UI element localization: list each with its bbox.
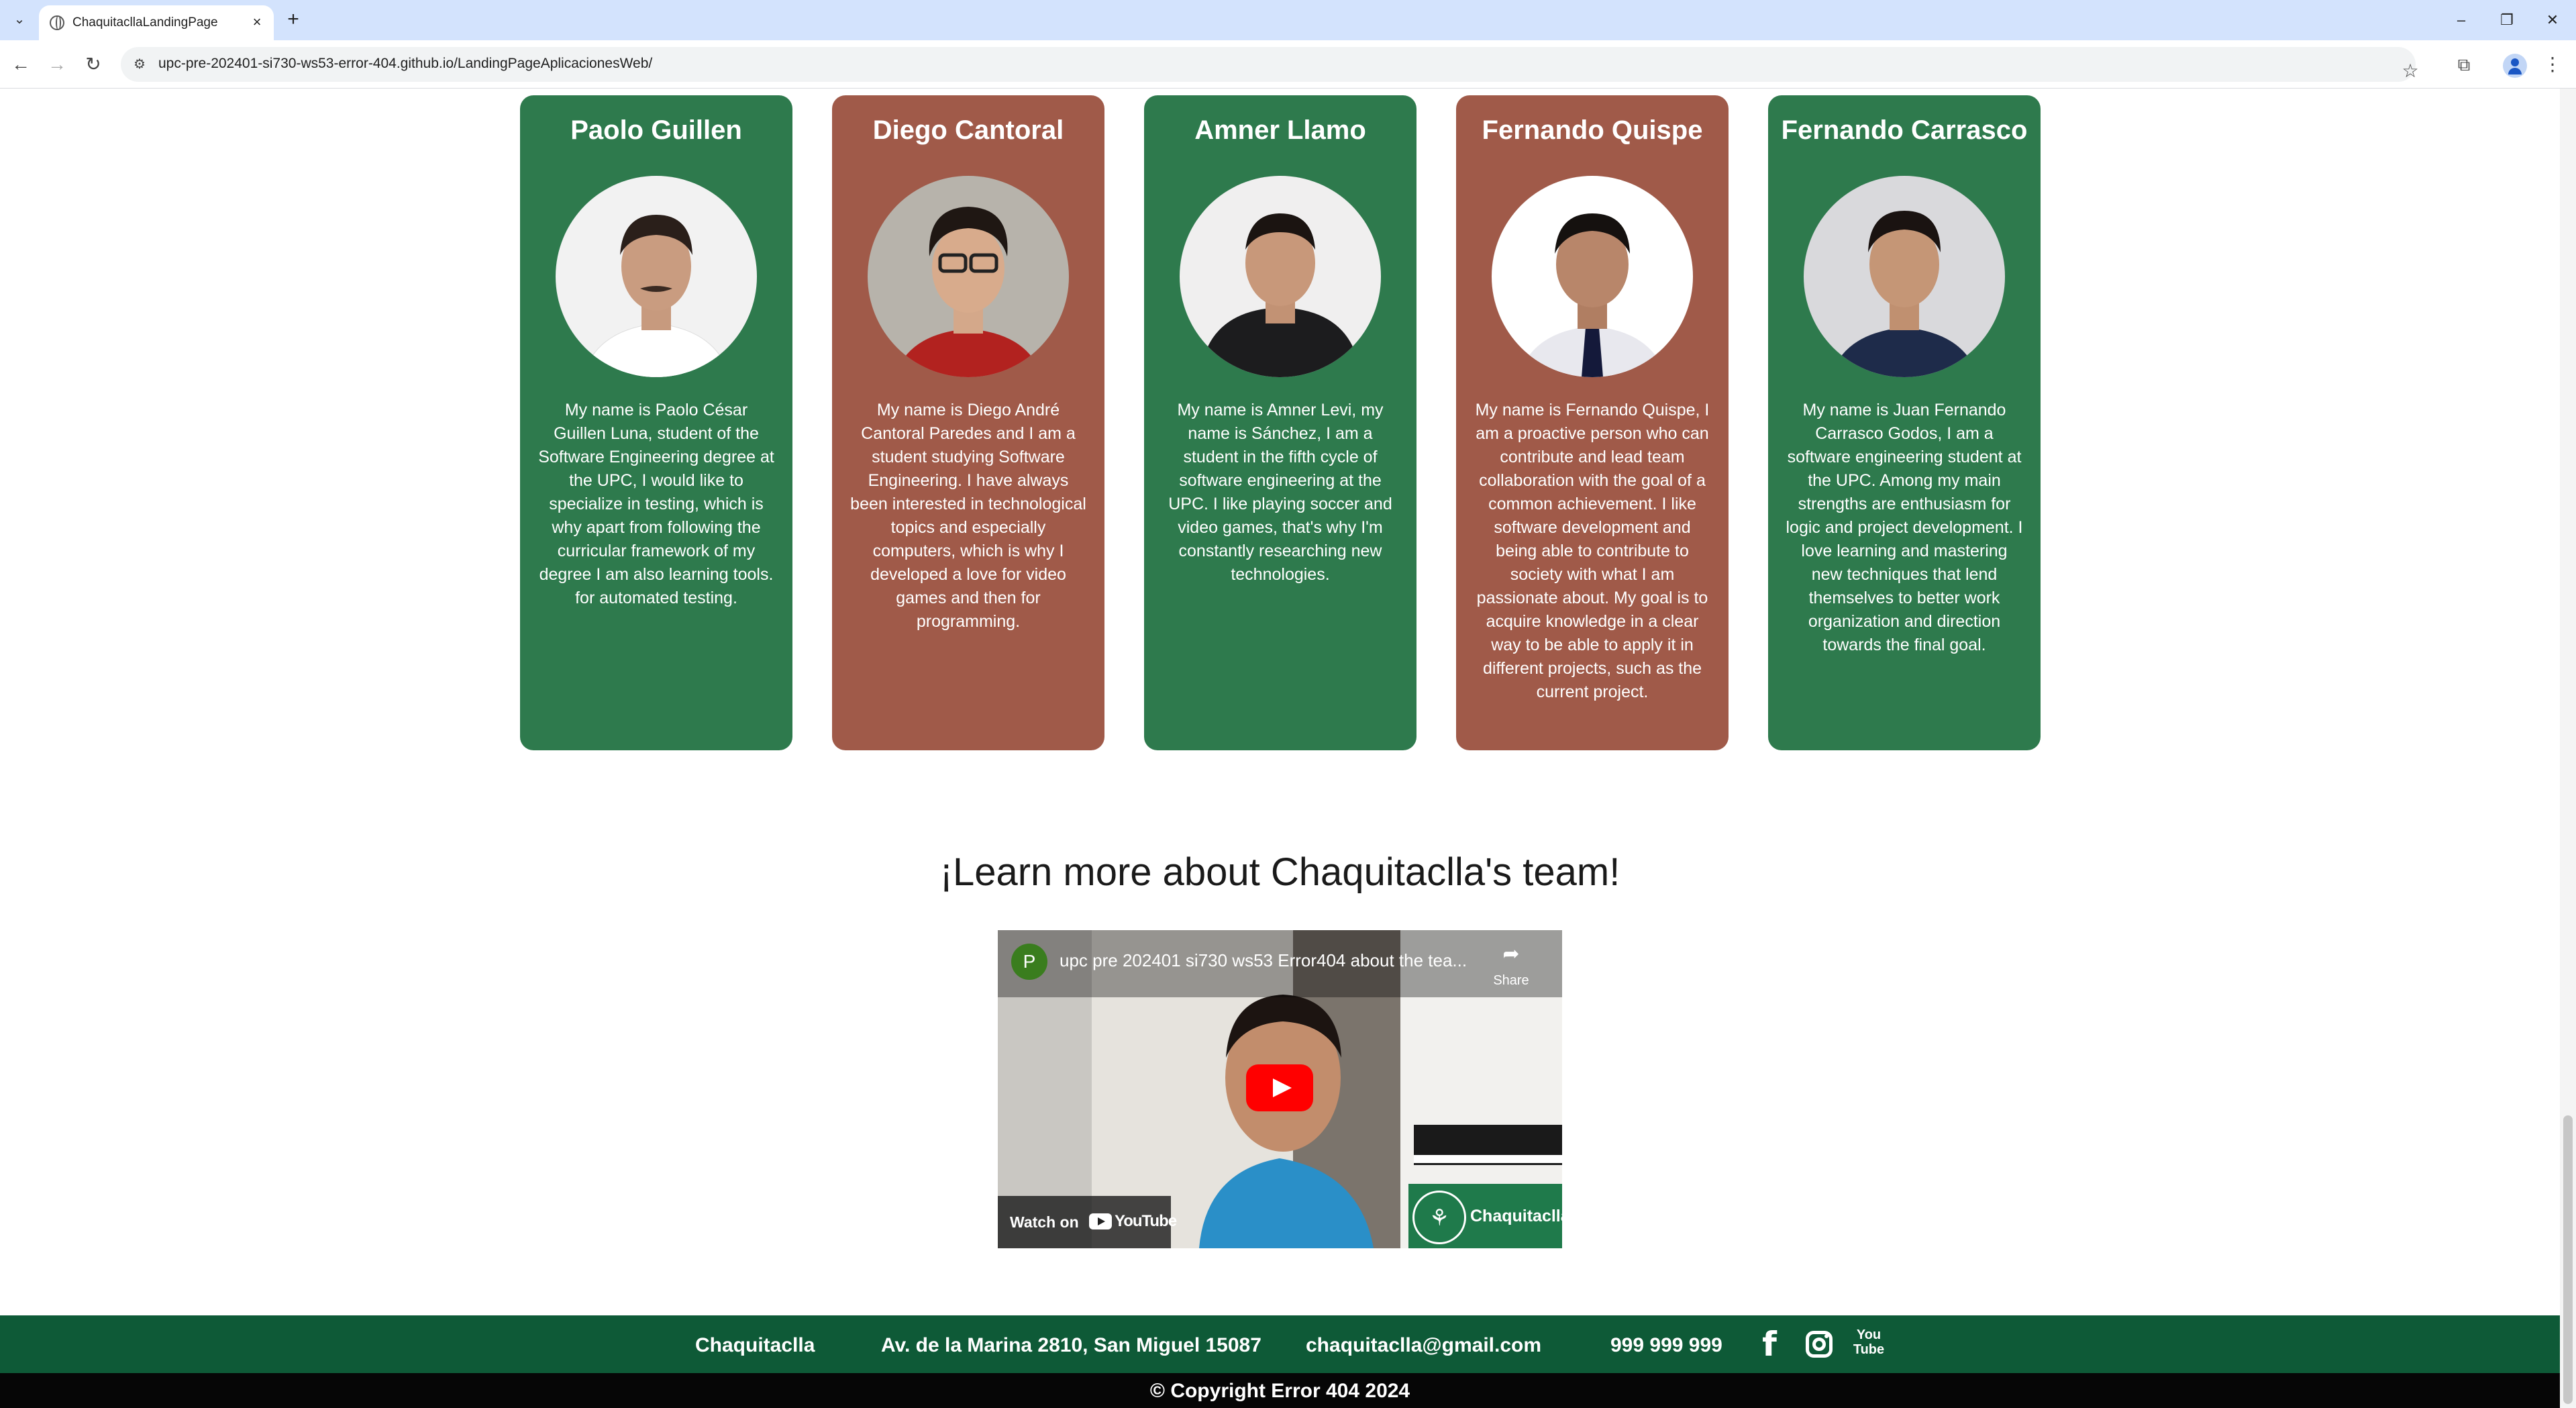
member-bio: My name is Juan Fernando Carrasco Godos,… xyxy=(1786,401,2023,654)
member-name: Diego Cantoral xyxy=(872,115,1064,145)
member-photo xyxy=(1804,176,2005,377)
share-label[interactable]: Share xyxy=(1488,973,1535,989)
youtube-icon-text-bottom: Tube xyxy=(1853,1342,1885,1357)
browser-window: ⌄ ChaquitacllaLandingPage × + – ❐ ✕ ← → … xyxy=(0,0,2576,1408)
team-card: Amner Llamo My name is Amner Levi, my na… xyxy=(1144,95,1416,750)
channel-watermark: ⚘ Chaquitaclla xyxy=(1408,1184,1562,1248)
team-card: Diego Cantoral My name is Diego André Ca… xyxy=(832,95,1104,750)
restore-button[interactable]: ❐ xyxy=(2493,8,2520,32)
member-photo xyxy=(1492,176,1693,377)
person-photo-icon xyxy=(1492,176,1693,377)
youtube-wordmark: YouTube xyxy=(1115,1212,1177,1230)
youtube-video-embed[interactable]: P upc pre 202401 si730 ws53 Error404 abo… xyxy=(998,930,1562,1248)
tab-title: ChaquitacllaLandingPage xyxy=(72,15,218,30)
browser-toolbar: ← → ↻ ⚙ upc-pre-202401-si730-ws53-error-… xyxy=(0,40,2576,89)
member-photo xyxy=(868,176,1069,377)
member-name: Paolo Guillen xyxy=(570,115,742,145)
youtube-icon[interactable]: You Tube xyxy=(1852,1327,1886,1361)
bookmark-star-icon[interactable]: ☆ xyxy=(2398,59,2422,83)
watermark-text: Chaquitaclla xyxy=(1470,1207,1562,1225)
member-name: Fernando Carrasco xyxy=(1781,115,2028,145)
person-photo-icon xyxy=(1804,176,2005,377)
wheat-logo-icon: ⚘ xyxy=(1412,1191,1466,1244)
member-name: Fernando Quispe xyxy=(1482,115,1703,145)
footer-address: Av. de la Marina 2810, San Miguel 15087 xyxy=(881,1334,1261,1356)
extensions-icon[interactable]: ⧉ xyxy=(2452,52,2476,77)
footer: Chaquitaclla Av. de la Marina 2810, San … xyxy=(0,1315,2560,1373)
instagram-dot xyxy=(1824,1334,1828,1338)
facebook-icon[interactable]: f xyxy=(1753,1327,1786,1361)
member-bio: My name is Amner Levi, my name is Sánche… xyxy=(1168,401,1392,584)
member-bio: My name is Paolo César Guillen Luna, stu… xyxy=(538,401,774,607)
copyright-text: © Copyright Error 404 2024 xyxy=(1149,1380,1410,1402)
team-card: Paolo Guillen My name is Paolo César Gui… xyxy=(520,95,792,750)
person-photo-icon xyxy=(556,176,757,377)
person-photo-icon xyxy=(868,176,1069,377)
site-info-icon[interactable]: ⚙ xyxy=(130,55,149,74)
tab-bar: ⌄ ChaquitacllaLandingPage × + – ❐ ✕ xyxy=(0,0,2576,40)
page-scrollbar[interactable] xyxy=(2560,89,2576,1408)
new-tab-button[interactable]: + xyxy=(282,9,305,32)
youtube-play-mark-icon xyxy=(1089,1213,1112,1229)
channel-avatar[interactable]: P xyxy=(1011,944,1047,980)
globe-icon xyxy=(50,15,64,30)
forward-button[interactable]: → xyxy=(46,54,68,77)
youtube-logo-icon: YouTube xyxy=(1089,1212,1177,1232)
tab-search-chevron-icon[interactable]: ⌄ xyxy=(9,9,30,30)
active-tab[interactable]: ChaquitacllaLandingPage × xyxy=(39,5,274,40)
person-photo-icon xyxy=(1180,176,1381,377)
member-photo xyxy=(1180,176,1381,377)
reload-button[interactable]: ↻ xyxy=(82,54,105,77)
watch-on-label: Watch on xyxy=(1010,1213,1079,1231)
close-window-button[interactable]: ✕ xyxy=(2539,8,2566,32)
instagram-icon[interactable] xyxy=(1802,1327,1836,1361)
url-text[interactable]: upc-pre-202401-si730-ws53-error-404.gith… xyxy=(158,56,652,72)
close-tab-icon[interactable]: × xyxy=(248,13,266,31)
profile-avatar[interactable] xyxy=(2503,54,2527,78)
member-bio: My name is Fernando Quispe, I am a proac… xyxy=(1475,401,1710,701)
address-bar[interactable]: ⚙ upc-pre-202401-si730-ws53-error-404.gi… xyxy=(121,47,2416,82)
team-card: Fernando Quispe My name is Fernando Quis… xyxy=(1456,95,1729,750)
video-title[interactable]: upc pre 202401 si730 ws53 Error404 about… xyxy=(1060,950,1467,971)
youtube-icon-text-top: You xyxy=(1856,1327,1882,1342)
member-name: Amner Llamo xyxy=(1194,115,1366,145)
watch-on-youtube-button[interactable]: Watch on YouTube xyxy=(998,1196,1177,1248)
minimize-button[interactable]: – xyxy=(2448,8,2475,32)
copyright-bar: © Copyright Error 404 2024 xyxy=(0,1373,2560,1408)
section-title: ¡Learn more about Chaquitaclla's team! xyxy=(939,850,1620,894)
scrollbar-thumb[interactable] xyxy=(2563,1115,2573,1404)
back-button[interactable]: ← xyxy=(9,54,32,77)
instagram-lens xyxy=(1812,1338,1826,1351)
footer-brand: Chaquitaclla xyxy=(695,1334,815,1356)
play-button[interactable] xyxy=(1246,1064,1313,1111)
footer-phone: 999 999 999 xyxy=(1610,1334,1722,1356)
share-icon[interactable]: ➦ xyxy=(1494,942,1528,966)
browser-menu-icon[interactable]: ⋮ xyxy=(2543,52,2562,77)
member-photo xyxy=(556,176,757,377)
team-card: Fernando Carrasco My name is Juan Fernan… xyxy=(1768,95,2041,750)
member-bio: My name is Diego André Cantoral Paredes … xyxy=(850,401,1086,631)
footer-email[interactable]: chaquitaclla@gmail.com xyxy=(1306,1334,1541,1357)
